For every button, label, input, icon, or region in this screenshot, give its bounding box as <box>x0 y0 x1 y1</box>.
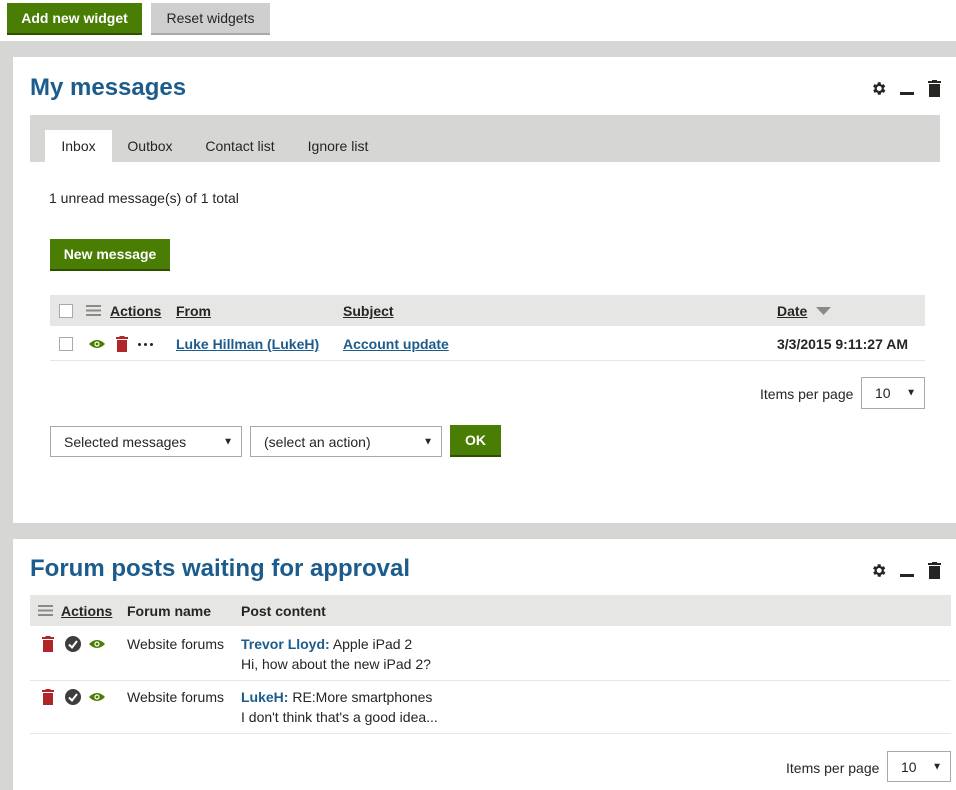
select-value: Selected messages <box>64 433 187 450</box>
items-per-page-label: Items per page <box>786 760 880 776</box>
gear-icon[interactable] <box>870 80 887 97</box>
subject-link[interactable]: Account update <box>343 336 449 352</box>
column-from[interactable]: From <box>176 303 211 319</box>
from-link[interactable]: Luke Hillman (LukeH) <box>176 336 319 352</box>
post-subject: RE:More smartphones <box>292 689 433 705</box>
eye-icon[interactable] <box>89 339 105 349</box>
new-message-button[interactable]: New message <box>50 239 170 269</box>
dropdown-arrow-icon: ▼ <box>932 761 942 772</box>
items-per-page-select[interactable]: 10 ▼ <box>861 377 925 409</box>
eye-icon[interactable] <box>89 639 105 649</box>
select-value: 10 <box>901 758 917 775</box>
forum-grid-header: Actions Forum name Post content <box>30 595 951 626</box>
select-value: 10 <box>875 385 891 401</box>
post-text: I don't think that's a good idea... <box>241 709 438 725</box>
tab-inbox[interactable]: Inbox <box>45 130 112 162</box>
dropdown-arrow-icon: ▼ <box>906 387 916 399</box>
forum-approval-widget: Forum posts waiting for approval Actions… <box>13 539 956 790</box>
menu-icon[interactable] <box>38 605 53 616</box>
column-date[interactable]: Date <box>777 303 807 319</box>
row-divider <box>30 680 951 681</box>
unread-summary: 1 unread message(s) of 1 total <box>49 190 239 206</box>
forum-name-cell: Website forums <box>127 636 224 652</box>
post-header: Trevor Lloyd: Apple iPad 2 <box>241 636 412 652</box>
post-author: LukeH: <box>241 689 289 705</box>
trash-icon[interactable] <box>928 80 941 97</box>
column-actions[interactable]: Actions <box>61 603 112 619</box>
select-all-checkbox[interactable] <box>59 304 73 318</box>
check-circle-icon[interactable] <box>65 689 81 705</box>
dropdown-arrow-icon: ▼ <box>423 436 433 447</box>
post-header: LukeH: RE:More smartphones <box>241 689 432 705</box>
post-author: Trevor Lloyd: <box>241 636 330 652</box>
tabs-bar: Inbox Outbox Contact list Ignore list <box>30 115 940 162</box>
tab-contact-list[interactable]: Contact list <box>188 130 292 162</box>
row-divider <box>50 360 925 361</box>
trash-icon[interactable] <box>928 562 941 579</box>
eye-icon[interactable] <box>89 692 105 702</box>
tab-outbox[interactable]: Outbox <box>112 130 188 162</box>
menu-icon[interactable] <box>86 305 101 316</box>
items-per-page-select[interactable]: 10 ▼ <box>887 751 951 782</box>
minimize-icon[interactable] <box>900 574 914 577</box>
post-text: Hi, how about the new iPad 2? <box>241 656 431 672</box>
my-messages-widget: My messages Inbox Outbox Contact list Ig… <box>13 57 956 523</box>
tab-ignore-list[interactable]: Ignore list <box>292 130 384 162</box>
column-forum-name: Forum name <box>127 603 212 619</box>
check-circle-icon[interactable] <box>65 636 81 652</box>
reset-widgets-button[interactable]: Reset widgets <box>151 3 270 33</box>
forum-name-cell: Website forums <box>127 689 224 705</box>
trash-icon[interactable] <box>116 336 128 352</box>
row-divider <box>30 733 951 734</box>
messages-grid-header: Actions From Subject Date <box>50 295 925 326</box>
sort-desc-icon[interactable] <box>816 307 831 315</box>
minimize-icon[interactable] <box>900 92 914 95</box>
add-new-widget-button[interactable]: Add new widget <box>7 3 142 33</box>
widget-title: Forum posts waiting for approval <box>30 555 411 582</box>
gear-icon[interactable] <box>870 562 887 579</box>
bulk-action-select[interactable]: (select an action) ▼ <box>250 426 442 457</box>
column-post-content: Post content <box>241 603 326 619</box>
dropdown-arrow-icon: ▼ <box>223 436 233 447</box>
column-subject[interactable]: Subject <box>343 303 394 319</box>
post-subject: Apple iPad 2 <box>332 636 413 652</box>
date-cell: 3/3/2015 9:11:27 AM <box>777 336 909 352</box>
row-checkbox[interactable] <box>59 337 73 351</box>
column-actions[interactable]: Actions <box>110 303 161 319</box>
items-per-page-label: Items per page <box>760 386 854 402</box>
trash-icon[interactable] <box>42 636 54 652</box>
select-value: (select an action) <box>264 433 371 450</box>
more-icon[interactable] <box>138 343 153 346</box>
widget-title: My messages <box>30 74 187 101</box>
ok-button[interactable]: OK <box>450 425 501 455</box>
top-toolbar: Add new widget Reset widgets <box>0 0 956 41</box>
trash-icon[interactable] <box>42 689 54 705</box>
selection-scope-select[interactable]: Selected messages ▼ <box>50 426 242 457</box>
